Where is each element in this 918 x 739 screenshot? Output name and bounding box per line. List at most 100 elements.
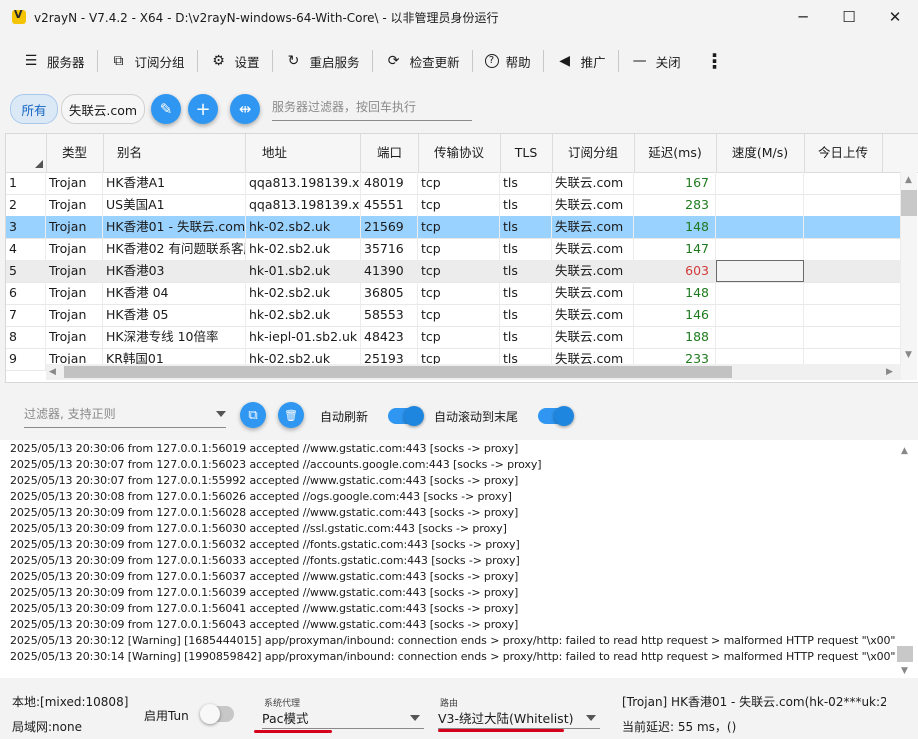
- column-header-today-upload[interactable]: 今日上传: [804, 134, 883, 172]
- system-proxy-value: Pac模式: [262, 711, 309, 726]
- column-header-alias[interactable]: 别名: [103, 134, 246, 172]
- cell-addr: hk-02.sb2.uk: [246, 282, 361, 304]
- log-line: 2025/05/13 20:30:09 from 127.0.0.1:56032…: [10, 538, 520, 551]
- cell-alias: HK香港03: [103, 260, 246, 282]
- settings-button[interactable]: ⚙ 设置: [198, 43, 272, 79]
- server-filter-bar: 所有 失联云.com ✎ + ⇹ 服务器过滤器，按回车执行: [0, 88, 918, 130]
- table-row[interactable]: 1 Trojan HK香港A1 qqa813.198139.xyz 48019 tcp tl…: [6, 172, 901, 195]
- grid-vertical-scroll-thumb[interactable]: [901, 190, 917, 216]
- cell-delay: 603: [634, 260, 716, 282]
- cell-upload: [804, 238, 901, 260]
- column-header-port[interactable]: 端口: [361, 134, 419, 172]
- log-filter-combobox[interactable]: 过滤器, 支持正则: [24, 405, 226, 428]
- table-row[interactable]: 8 Trojan HK深港专线 10倍率 hk-iepl-01.sb2.uk 48423…: [6, 326, 901, 349]
- tun-label: 启用Tun: [144, 709, 189, 723]
- cell-net: tcp: [418, 194, 500, 216]
- title-bar: v2rayN - V7.4.2 - X64 - D:\v2rayN-window…: [0, 0, 918, 34]
- filter-subscription-chip[interactable]: 失联云.com: [61, 94, 145, 124]
- auto-refresh-label: 自动刷新: [320, 410, 369, 424]
- status-bar: 本地:[mixed:10808] 局域网:none 启用Tun 系统代理 Pac…: [0, 683, 918, 739]
- clear-log-button[interactable]: 🗑: [278, 402, 304, 428]
- split-view-button[interactable]: ⇹: [230, 94, 260, 124]
- table-row[interactable]: 7 Trojan HK香港 05 hk-02.sb2.uk 58553 tcp tls 失联云…: [6, 304, 901, 327]
- table-row[interactable]: 2 Trojan US美国A1 qqa813.198139.xyz 45551 tcp tl…: [6, 194, 901, 217]
- column-header-type[interactable]: 类型: [46, 134, 104, 172]
- column-header-speed[interactable]: 速度(M/s): [716, 134, 805, 172]
- tun-toggle[interactable]: [200, 704, 234, 724]
- copy-log-button[interactable]: ⧉: [240, 402, 266, 428]
- column-header-delay[interactable]: 延迟(ms): [634, 134, 717, 172]
- close-app-button[interactable]: — 关闭: [619, 43, 693, 79]
- column-header-subscription[interactable]: 订阅分组: [552, 134, 635, 172]
- filter-all-chip[interactable]: 所有: [10, 94, 58, 124]
- scroll-right-arrow-icon[interactable]: ▶: [886, 367, 893, 377]
- select-all-corner[interactable]: [6, 134, 47, 172]
- speaker-icon: ◀: [559, 53, 570, 69]
- table-row[interactable]: 6 Trojan HK香港 04 hk-02.sb2.uk 36805 tcp tls 失联云…: [6, 282, 901, 305]
- scroll-down-arrow-icon[interactable]: ▼: [905, 350, 912, 360]
- log-line: 2025/05/13 20:30:08 from 127.0.0.1:56026…: [10, 490, 512, 503]
- add-subscription-button[interactable]: +: [188, 94, 218, 124]
- minimize-button[interactable]: ─: [780, 0, 826, 34]
- subscription-group-button[interactable]: ⧉ 订阅分组: [98, 43, 197, 79]
- cell-addr: hk-iepl-01.sb2.uk: [246, 326, 361, 348]
- log-toolbar: 过滤器, 支持正则 ⧉ 🗑 自动刷新 自动滚动到末尾: [0, 393, 918, 437]
- column-header-tls[interactable]: TLS: [500, 134, 553, 172]
- cell-upload: [804, 216, 901, 238]
- server-list-grid: 类型 别名 地址 端口 传输协议 TLS 订阅分组 延迟(ms) 速度(M/s)…: [5, 133, 918, 383]
- log-line: 2025/05/13 20:30:14 [Warning] [199085984…: [10, 650, 896, 663]
- log-output-panel[interactable]: 2025/05/13 20:30:06 from 127.0.0.1:56019…: [0, 440, 918, 678]
- split-icon: ⇹: [238, 100, 252, 118]
- table-row[interactable]: 4 Trojan HK香港02 有问题联系客服 hk-02.sb2.uk 35716 tc…: [6, 238, 901, 261]
- cell-sub: 失联云.com: [552, 260, 634, 282]
- cell-upload: [804, 194, 901, 216]
- help-button[interactable]: ? 帮助: [473, 43, 543, 79]
- server-filter-input[interactable]: 服务器过滤器，按回车执行: [272, 98, 472, 121]
- column-header-network[interactable]: 传输协议: [418, 134, 501, 172]
- toggle-knob: [200, 704, 220, 724]
- cell-n: 3: [6, 216, 46, 238]
- check-update-button[interactable]: ⟳ 检查更新: [373, 43, 472, 79]
- cell-port: 45551: [361, 194, 418, 216]
- system-proxy-select[interactable]: Pac模式: [262, 708, 424, 729]
- cell-type: Trojan: [46, 194, 103, 216]
- edit-subscription-button[interactable]: ✎: [151, 94, 181, 124]
- log-vertical-scrollbar[interactable]: [897, 440, 913, 676]
- cell-speed: [716, 172, 804, 194]
- restart-service-button[interactable]: ↻ 重启服务: [273, 43, 372, 79]
- cell-speed: [716, 238, 804, 260]
- maximize-button[interactable]: ☐: [826, 0, 872, 34]
- local-port-status: 本地:[mixed:10808]: [12, 695, 129, 709]
- cell-upload: [804, 326, 901, 348]
- log-scroll-down-icon[interactable]: ▼: [901, 666, 908, 676]
- promotion-button[interactable]: ◀ 推广: [544, 43, 618, 79]
- scroll-left-arrow-icon[interactable]: ◀: [49, 367, 56, 377]
- more-options-icon[interactable]: ⋮: [693, 49, 737, 73]
- auto-scroll-toggle[interactable]: [538, 406, 574, 426]
- cell-tls: tls: [500, 304, 552, 326]
- log-scroll-thumb[interactable]: [897, 646, 913, 662]
- close-window-button[interactable]: ✕: [872, 0, 918, 34]
- servers-menu-button[interactable]: ☰ 服务器: [10, 43, 97, 79]
- cell-alias: HK深港专线 10倍率: [103, 326, 246, 348]
- grid-horizontal-scroll-thumb[interactable]: [64, 366, 732, 378]
- cell-delay: 146: [634, 304, 716, 326]
- server-icon: ☰: [24, 53, 38, 69]
- lan-status: 局域网:none: [12, 720, 82, 734]
- column-header-address[interactable]: 地址: [246, 134, 361, 172]
- cell-sub: 失联云.com: [552, 172, 634, 194]
- gear-icon: ⚙: [212, 53, 225, 69]
- table-row[interactable]: 3 Trojan HK香港01 - 失联云.com hk-02.sb2.uk 21569…: [6, 216, 901, 239]
- log-scroll-up-icon[interactable]: ▲: [901, 446, 908, 456]
- cell-upload: [804, 172, 901, 194]
- log-line: 2025/05/13 20:30:06 from 127.0.0.1:56019…: [10, 442, 519, 455]
- cell-net: tcp: [418, 304, 500, 326]
- cell-type: Trojan: [46, 216, 103, 238]
- settings-label: 设置: [234, 54, 260, 70]
- scroll-up-arrow-icon[interactable]: ▲: [905, 175, 912, 185]
- routing-select[interactable]: V3-绕过大陆(Whitelist): [438, 708, 600, 729]
- cell-sub: 失联云.com: [552, 326, 634, 348]
- table-row[interactable]: 5 Trojan HK香港03 hk-01.sb2.uk 41390 tcp tls 失联云.…: [6, 260, 901, 283]
- auto-refresh-toggle[interactable]: [388, 406, 424, 426]
- cell-net: tcp: [418, 216, 500, 238]
